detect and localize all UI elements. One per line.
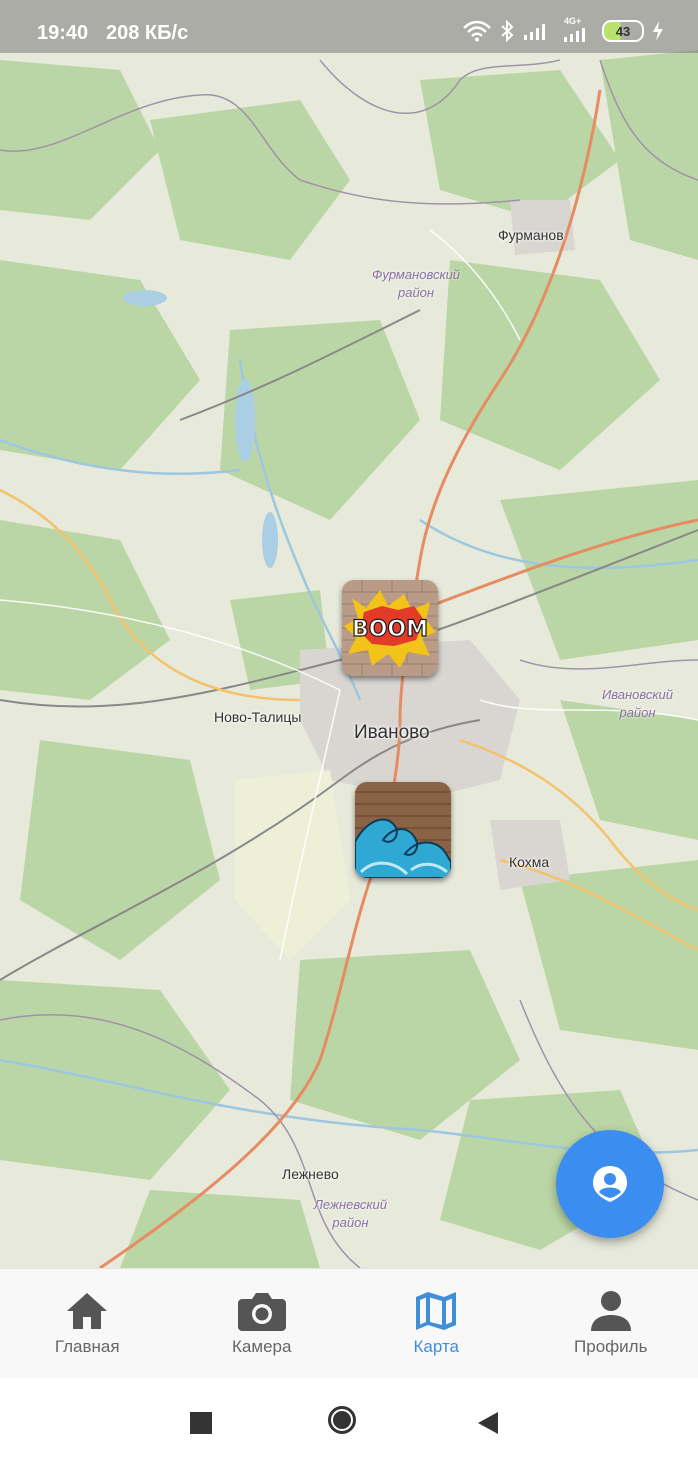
map-label-furmanov-district: Фурмановский район [372,266,460,302]
wave-graffiti-image [355,782,451,878]
nav-item-map[interactable]: Карта [349,1269,524,1379]
camera-icon [237,1293,286,1331]
home-button-dot [333,1411,351,1429]
map-label-lezhnevo-district-line1: Лежневский [314,1197,387,1212]
wifi-icon [463,20,491,42]
home-button[interactable] [328,1406,356,1434]
map-label-ivanovo-district: Ивановский район [602,686,673,722]
map-label-furmanov: Фурманов [498,227,564,243]
boom-graffiti-text: BOOM [352,617,428,642]
home-icon [67,1293,108,1329]
status-bar: 19:40 208 КБ/с 4G+ 43 [0,0,698,53]
map-icon [416,1292,457,1330]
status-network-speed: 208 КБ/с [106,22,189,44]
nav-item-home[interactable]: Главная [0,1269,175,1379]
map-label-lezhnevo-district-line2: район [332,1215,369,1230]
status-time: 19:40 [37,22,89,44]
map-label-ivanovo-district-line1: Ивановский [602,687,674,702]
bluetooth-icon [501,20,514,42]
map-view[interactable]: Фурманов Фурмановский район Ново-Талицы … [0,0,698,1268]
map-label-novo-talitsy: Ново-Талицы [214,709,302,725]
map-label-lezhnevo: Лежнево [282,1166,339,1182]
status-icons: 4G+ 43 [462,16,664,42]
nav-label-profile: Профиль [574,1337,648,1356]
graffiti-marker-boom[interactable]: BOOM [342,580,438,676]
my-location-button[interactable] [556,1130,664,1238]
map-label-ivanovo: Иваново [354,722,430,743]
map-label-furmanov-district-line1: Фурмановский [372,267,461,282]
signal-icon-2: 4G+ [558,16,594,42]
nav-label-home: Главная [54,1337,120,1356]
map-label-kokhma: Кохма [509,854,550,870]
recents-button[interactable] [190,1412,212,1434]
battery-icon: 43 [602,20,644,42]
signal-icon-1 [524,24,545,40]
battery-level: 43 [615,23,631,39]
nav-label-map: Карта [413,1337,460,1356]
graffiti-marker-wave[interactable] [355,782,451,878]
back-button[interactable] [476,1410,500,1436]
system-navigation-bar [0,1378,698,1470]
nav-item-camera[interactable]: Камера [175,1269,350,1379]
bottom-navigation: Главная Камера Карта Профиль [0,1268,698,1379]
network-type: 4G+ [564,16,582,26]
signal-bars-icon [564,28,585,42]
boom-graffiti-image: BOOM [342,580,438,676]
person-icon [590,1291,631,1331]
map-label-furmanov-district-line2: район [397,285,435,300]
nav-item-profile[interactable]: Профиль [524,1269,698,1379]
map-label-lezhnevo-district: Лежневский район [314,1196,387,1232]
charging-icon [653,21,663,41]
person-pin-icon [593,1166,627,1202]
map-label-ivanovo-district-line2: район [619,705,656,720]
nav-label-camera: Камера [232,1337,292,1356]
